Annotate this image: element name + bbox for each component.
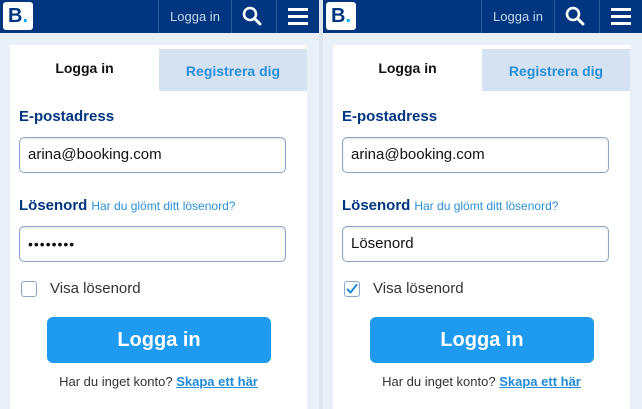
menu-icon[interactable]: [600, 0, 638, 33]
forgot-password-link[interactable]: Har du glömt ditt lösenord?: [414, 199, 558, 213]
create-account-link[interactable]: Skapa ett här: [176, 374, 258, 389]
login-card: Logga in Registrera dig E-postadress ari…: [333, 45, 630, 409]
search-icon[interactable]: [555, 0, 593, 33]
header-login-link[interactable]: Logga in: [159, 0, 231, 33]
password-field[interactable]: ••••••••: [19, 226, 286, 262]
header-login-link[interactable]: Logga in: [482, 0, 554, 33]
signup-prompt: Har du inget konto? Skapa ett här: [10, 374, 307, 389]
create-account-link[interactable]: Skapa ett här: [499, 374, 581, 389]
login-card: Logga in Registrera dig E-postadress ari…: [10, 45, 307, 409]
top-navigation-bar: B. Logga in: [0, 0, 319, 33]
forgot-password-link[interactable]: Har du glömt ditt lösenord?: [91, 199, 235, 213]
search-icon[interactable]: [232, 0, 270, 33]
signup-prompt: Har du inget konto? Skapa ett här: [333, 374, 630, 389]
password-label-row: Lösenord Har du glömt ditt lösenord?: [342, 197, 558, 214]
booking-logo[interactable]: B.: [3, 2, 33, 30]
booking-logo[interactable]: B.: [326, 2, 356, 30]
menu-icon[interactable]: [277, 0, 315, 33]
password-label: Lösenord: [342, 197, 411, 214]
tab-register[interactable]: Registrera dig: [482, 49, 630, 91]
email-field[interactable]: arina@booking.com: [19, 137, 286, 173]
show-password-label[interactable]: Visa lösenord: [50, 280, 141, 297]
password-label-row: Lösenord Har du glömt ditt lösenord?: [19, 197, 235, 214]
screen-right: B. Logga in Logga in Registrera dig E-po…: [323, 0, 642, 409]
tab-register[interactable]: Registrera dig: [159, 49, 307, 91]
login-button[interactable]: Logga in: [370, 317, 594, 363]
password-label: Lösenord: [19, 197, 88, 214]
show-password-checkbox[interactable]: [21, 281, 37, 297]
email-label: E-postadress: [342, 108, 438, 125]
top-navigation-bar: B. Logga in: [323, 0, 642, 33]
screen-left: B. Logga in Logga in Registrera dig E-po…: [0, 0, 319, 409]
tab-login[interactable]: Logga in: [10, 45, 159, 91]
show-password-label[interactable]: Visa lösenord: [373, 280, 464, 297]
show-password-checkbox[interactable]: [344, 281, 360, 297]
password-field[interactable]: Lösenord: [342, 226, 609, 262]
email-label: E-postadress: [19, 108, 115, 125]
no-account-text: Har du inget konto?: [382, 374, 496, 389]
login-button[interactable]: Logga in: [47, 317, 271, 363]
tab-login[interactable]: Logga in: [333, 45, 482, 91]
checkmark-icon: [346, 284, 358, 294]
email-field[interactable]: arina@booking.com: [342, 137, 609, 173]
no-account-text: Har du inget konto?: [59, 374, 173, 389]
